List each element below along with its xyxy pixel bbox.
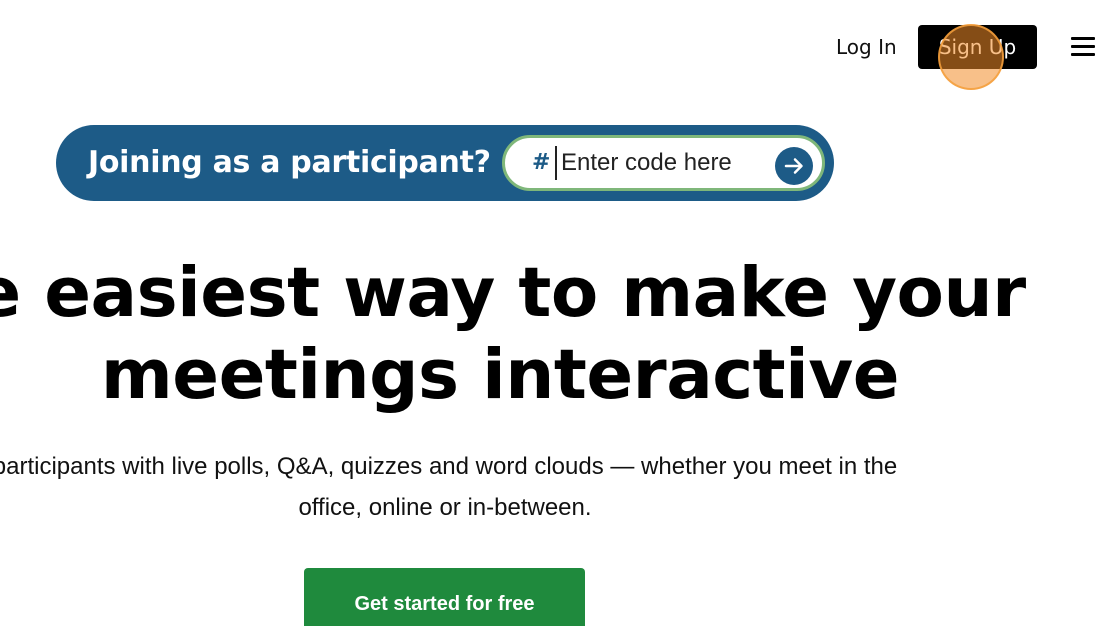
arrow-right-icon[interactable]	[775, 147, 813, 185]
hero-subtitle: participants with live polls, Q&A, quizz…	[0, 446, 1000, 528]
hero-headline-line-1: e easiest way to make your	[0, 253, 1026, 333]
event-code-input[interactable]	[555, 146, 761, 180]
join-participant-bar: Joining as a participant? #	[56, 125, 834, 201]
hero-headline: e easiest way to make your meetings inte…	[0, 252, 1030, 416]
hero-subtitle-line-2: office, online or in-between.	[298, 494, 592, 521]
page: Log In Sign Up Joining as a participant?…	[0, 0, 1120, 626]
login-link[interactable]: Log In	[836, 33, 897, 61]
event-code-box[interactable]: #	[502, 135, 825, 191]
hero-headline-line-2: meetings interactive	[100, 335, 900, 415]
hamburger-menu-icon[interactable]	[1071, 37, 1097, 57]
get-started-button[interactable]: Get started for free	[304, 568, 585, 626]
signup-button-label: Sign Up	[938, 35, 1017, 59]
signup-button[interactable]: Sign Up	[918, 25, 1037, 69]
join-participant-title: Joining as a participant?	[88, 145, 491, 180]
hash-icon: #	[532, 150, 551, 175]
hero-subtitle-line-1: participants with live polls, Q&A, quizz…	[0, 453, 898, 480]
